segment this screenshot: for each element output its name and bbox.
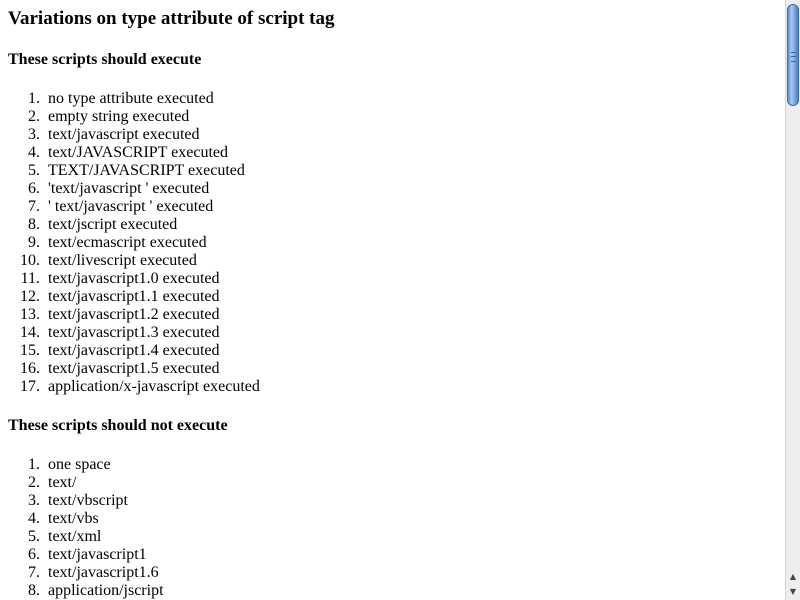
list-item-number: 4.: [28, 510, 40, 527]
list-item-number: 1.: [28, 456, 40, 473]
list-item: 3. text/vbscript: [28, 492, 164, 510]
list-item-number: 4.: [28, 144, 40, 161]
list-item: 5. TEXT/JAVASCRIPT executed: [28, 162, 260, 180]
list-item: 4. text/vbs: [28, 510, 164, 528]
list-item-text: ' text/javascript ' executed: [48, 198, 214, 215]
list-item: 1. no type attribute executed: [28, 90, 260, 108]
list-item-number: 16.: [20, 360, 40, 377]
scrollbar-thumb[interactable]: [787, 4, 799, 106]
list-item-text: text/javascript executed: [48, 126, 200, 143]
list-item: 2. text/: [28, 474, 164, 492]
list-item-number: 2.: [28, 108, 40, 125]
list-item-text: text/vbscript: [48, 492, 128, 509]
no-execute-list: 1. one space 2. text/ 3. text/vbscript 4. te…: [0, 456, 164, 600]
list-item-number: 7.: [28, 198, 40, 215]
execute-heading: These scripts should execute: [8, 51, 202, 68]
list-item: 4. text/JAVASCRIPT executed: [28, 144, 260, 162]
list-item: 10. text/livescript executed: [20, 252, 260, 270]
list-item-number: 12.: [20, 288, 40, 305]
list-item: 13. text/javascript1.2 executed: [20, 306, 260, 324]
list-item-text: text/javascript1.2 executed: [48, 306, 220, 323]
list-item-text: text/jscript executed: [48, 216, 178, 233]
list-item-number: 5.: [28, 162, 40, 179]
list-item: 17. application/x-javascript executed: [20, 378, 260, 396]
list-item-number: 6.: [28, 180, 40, 197]
grip-icon: [791, 52, 796, 62]
list-item-number: 10.: [20, 252, 40, 269]
page-content: Variations on type attribute of script t…: [0, 0, 785, 600]
list-item: 8. text/jscript executed: [28, 216, 260, 234]
list-item: 8. application/jscript: [28, 582, 164, 600]
list-item: 9. text/ecmascript executed: [28, 234, 260, 252]
list-item: 7. text/javascript1.6: [28, 564, 164, 582]
list-item-number: 8.: [28, 582, 40, 599]
list-item-number: 3.: [28, 492, 40, 509]
list-item-text: text/javascript1.4 executed: [48, 342, 220, 359]
list-item: 1. one space: [28, 456, 164, 474]
page-title: Variations on type attribute of script t…: [8, 8, 335, 29]
list-item: 6. 'text/javascript ' executed: [28, 180, 260, 198]
list-item-text: empty string executed: [48, 108, 190, 125]
list-item-text: text/javascript1.3 executed: [48, 324, 220, 341]
list-item: 15. text/javascript1.4 executed: [20, 342, 260, 360]
list-item-text: text/javascript1.6: [48, 564, 159, 581]
list-item: 6. text/javascript1: [28, 546, 164, 564]
list-item-text: text/JAVASCRIPT executed: [48, 144, 229, 161]
list-item-text: text/ecmascript executed: [48, 234, 207, 251]
list-item-number: 2.: [28, 474, 40, 491]
list-item: 14. text/javascript1.3 executed: [20, 324, 260, 342]
list-item-number: 13.: [20, 306, 40, 323]
list-item-text: text/vbs: [48, 510, 99, 527]
list-item-number: 3.: [28, 126, 40, 143]
list-item-number: 11.: [20, 270, 40, 287]
list-item-text: TEXT/JAVASCRIPT executed: [48, 162, 245, 179]
list-item-text: 'text/javascript ' executed: [48, 180, 210, 197]
list-item-number: 14.: [20, 324, 40, 341]
list-item-text: text/javascript1.1 executed: [48, 288, 220, 305]
list-item-number: 5.: [28, 528, 40, 545]
list-item-number: 15.: [20, 342, 40, 359]
list-item-text: application/jscript: [48, 582, 164, 599]
list-item-number: 9.: [28, 234, 40, 251]
list-item-text: text/xml: [48, 528, 102, 545]
list-item: 5. text/xml: [28, 528, 164, 546]
list-item-text: application/x-javascript executed: [48, 378, 260, 395]
list-item-text: text/javascript1.5 executed: [48, 360, 220, 377]
list-item-text: one space: [48, 456, 111, 473]
list-item-text: no type attribute executed: [48, 90, 214, 107]
list-item: 2. empty string executed: [28, 108, 260, 126]
list-item-number: 7.: [28, 564, 40, 581]
list-item-text: text/: [48, 474, 77, 491]
scroll-down-arrow-icon[interactable]: ▼: [786, 585, 800, 599]
list-item: 3. text/javascript executed: [28, 126, 260, 144]
list-item-text: text/javascript1.0 executed: [48, 270, 220, 287]
list-item-number: 1.: [28, 90, 40, 107]
list-item-text: text/javascript1: [48, 546, 147, 563]
list-item-text: text/livescript executed: [48, 252, 197, 269]
list-item-number: 17.: [20, 378, 40, 395]
execute-list: 1. no type attribute executed 2. empty str…: [0, 90, 260, 396]
no-execute-heading: These scripts should not execute: [8, 417, 228, 434]
list-item: 11. text/javascript1.0 executed: [21, 270, 260, 288]
list-item: 12. text/javascript1.1 executed: [20, 288, 260, 306]
scroll-up-arrow-icon[interactable]: ▲: [786, 570, 800, 584]
list-item-number: 6.: [28, 546, 40, 563]
list-item: 7. ' text/javascript ' executed: [28, 198, 260, 216]
vertical-scrollbar[interactable]: ▲ ▼: [785, 0, 800, 600]
list-item-number: 8.: [28, 216, 40, 233]
list-item: 16. text/javascript1.5 executed: [20, 360, 260, 378]
